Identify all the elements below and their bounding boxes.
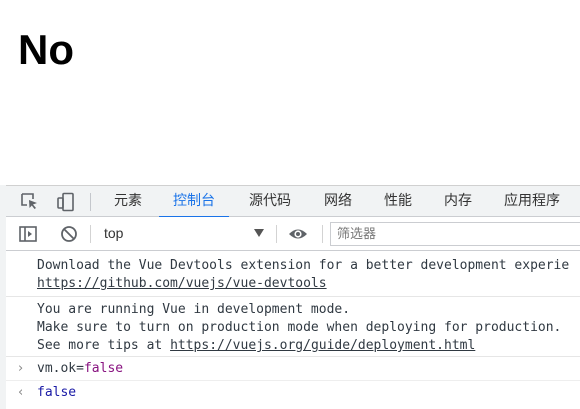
tab-network[interactable]: 网络 xyxy=(324,186,352,217)
message-link[interactable]: https://github.com/vuejs/vue-devtools xyxy=(37,276,327,291)
tab-performance[interactable]: 性能 xyxy=(384,186,412,217)
message-text: See more tips at xyxy=(37,338,171,353)
console-filter-input[interactable] xyxy=(330,222,580,246)
inspect-element-icon[interactable] xyxy=(20,192,40,212)
live-expression-eye-icon[interactable] xyxy=(288,224,308,244)
toolbar-divider xyxy=(90,225,91,243)
message-text: You are running Vue in development mode. xyxy=(37,302,351,317)
result-value: false xyxy=(37,385,77,400)
tab-elements[interactable]: 元素 xyxy=(114,186,142,217)
console-result: ‹ false xyxy=(6,381,580,405)
show-sidebar-icon[interactable] xyxy=(18,224,38,244)
web-page: No xyxy=(0,0,580,185)
devtools-panel: 元素 控制台 源代码 网络 性能 内存 应用程序 top 筛选器 Downloa… xyxy=(0,185,580,409)
command-value: false xyxy=(83,361,124,376)
tab-sources[interactable]: 源代码 xyxy=(249,186,291,217)
message-text: Make sure to turn on production mode whe… xyxy=(37,320,562,335)
message-text: Download the Vue Devtools extension for … xyxy=(37,258,570,273)
result-arrow-icon: ‹ xyxy=(18,385,24,400)
input-prompt-icon: › xyxy=(18,361,24,376)
clear-console-icon[interactable] xyxy=(59,224,79,244)
message-link[interactable]: https://vuejs.org/guide/deployment.html xyxy=(170,338,475,353)
console-messages: Download the Vue Devtools extension for … xyxy=(6,252,580,409)
tab-console[interactable]: 控制台 xyxy=(159,186,229,218)
device-toolbar-icon[interactable] xyxy=(56,192,76,212)
devtools-tab-bar: 元素 控制台 源代码 网络 性能 内存 应用程序 xyxy=(6,185,580,218)
execution-context-select[interactable]: top xyxy=(96,217,272,250)
tab-memory[interactable]: 内存 xyxy=(444,186,472,217)
console-toolbar: top xyxy=(6,217,580,251)
execution-context-label: top xyxy=(104,225,124,241)
dropdown-arrow-icon xyxy=(254,229,264,237)
console-message: You are running Vue in development mode.… xyxy=(6,297,580,357)
toolbar-divider xyxy=(276,225,277,243)
toolbar-divider xyxy=(322,225,323,243)
command-text: vm.ok= xyxy=(37,361,84,376)
console-message: Download the Vue Devtools extension for … xyxy=(6,252,580,297)
tab-application[interactable]: 应用程序 xyxy=(504,186,560,217)
page-heading: No xyxy=(18,26,74,73)
console-command: › vm.ok=false xyxy=(6,357,580,381)
toolbar-divider xyxy=(90,193,91,211)
